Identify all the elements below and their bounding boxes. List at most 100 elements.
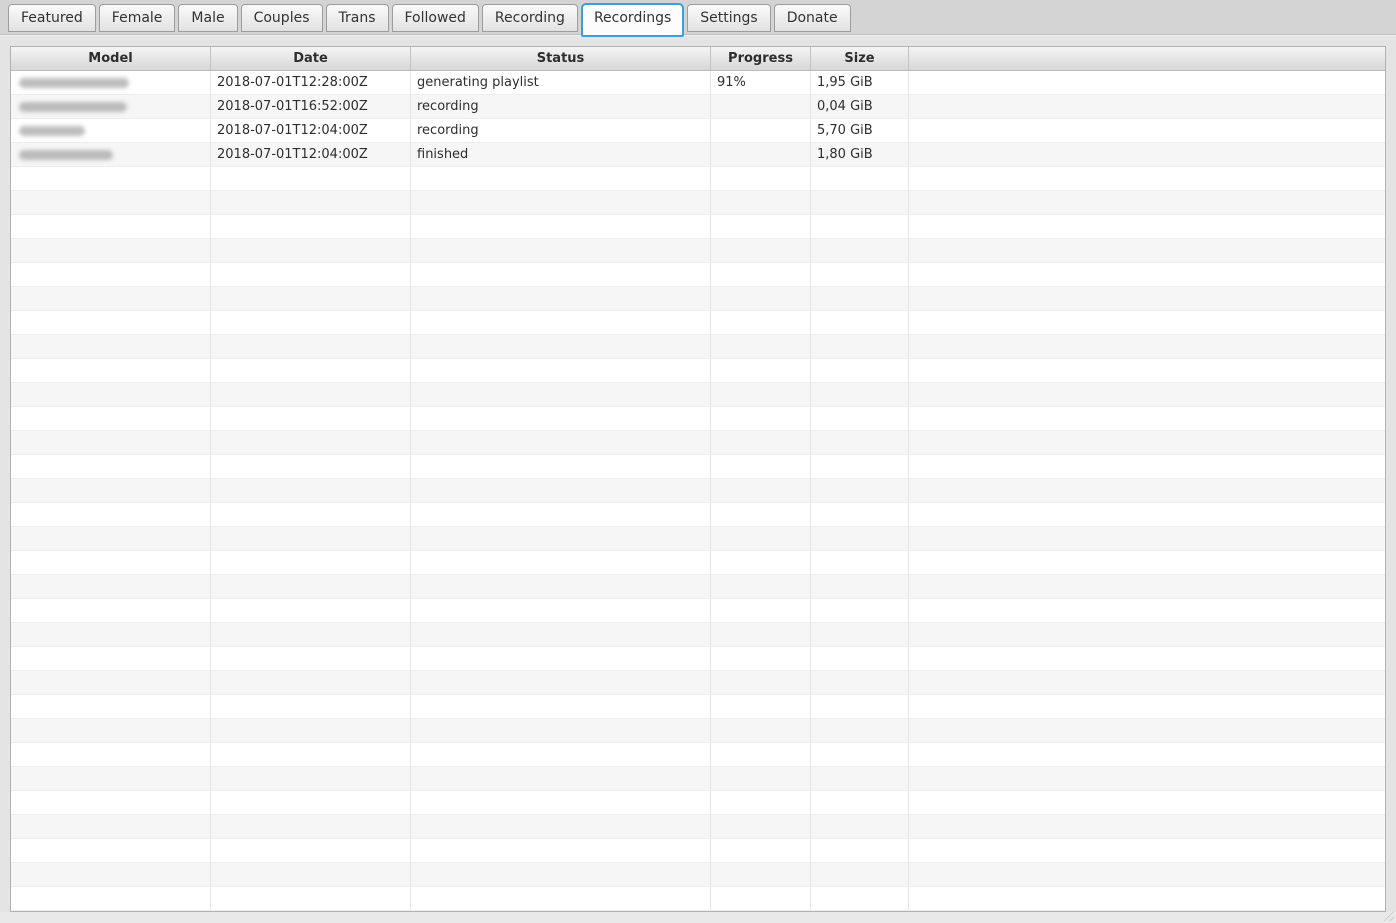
empty-cell <box>211 551 411 574</box>
empty-cell <box>811 527 909 550</box>
empty-cell <box>411 359 711 382</box>
table-row-empty[interactable] <box>11 791 1385 815</box>
table-row-empty[interactable] <box>11 695 1385 719</box>
table-row-empty[interactable] <box>11 767 1385 791</box>
empty-cell <box>11 335 211 358</box>
empty-cell <box>909 599 1385 622</box>
empty-cell <box>909 695 1385 718</box>
empty-cell <box>811 359 909 382</box>
column-header-model[interactable]: Model <box>11 47 211 70</box>
column-header-date[interactable]: Date <box>211 47 411 70</box>
empty-cell <box>711 575 811 598</box>
table-row[interactable]: 2018-07-01T12:28:00Z generating playlist… <box>11 71 1385 95</box>
empty-cell <box>11 599 211 622</box>
empty-cell <box>11 479 211 502</box>
table-row-empty[interactable] <box>11 551 1385 575</box>
table-row-empty[interactable] <box>11 503 1385 527</box>
table-row-empty[interactable] <box>11 887 1385 911</box>
table-row-empty[interactable] <box>11 191 1385 215</box>
column-header-progress[interactable]: Progress <box>711 47 811 70</box>
empty-cell <box>211 407 411 430</box>
empty-cell <box>909 383 1385 406</box>
table-row[interactable]: 2018-07-01T12:04:00Z finished 1,80 GiB <box>11 143 1385 167</box>
table-row-empty[interactable] <box>11 671 1385 695</box>
date-cell: 2018-07-01T12:28:00Z <box>211 71 411 94</box>
table-row-empty[interactable] <box>11 647 1385 671</box>
empty-cell <box>411 863 711 886</box>
table-row-empty[interactable] <box>11 431 1385 455</box>
empty-cell <box>711 287 811 310</box>
empty-cell <box>11 503 211 526</box>
table-row-empty[interactable] <box>11 455 1385 479</box>
empty-cell <box>11 431 211 454</box>
tab-recordings[interactable]: Recordings <box>580 3 685 37</box>
tab-couples[interactable]: Couples <box>240 4 323 32</box>
tab-male[interactable]: Male <box>178 4 238 32</box>
empty-cell <box>11 671 211 694</box>
empty-cell <box>711 383 811 406</box>
tab-female[interactable]: Female <box>98 4 176 32</box>
column-header-size[interactable]: Size <box>811 47 909 70</box>
empty-cell <box>211 887 411 910</box>
empty-cell <box>11 191 211 214</box>
redacted-model-name <box>19 149 113 160</box>
table-row-empty[interactable] <box>11 239 1385 263</box>
size-cell: 1,80 GiB <box>811 143 909 166</box>
table-row-empty[interactable] <box>11 863 1385 887</box>
table-row-empty[interactable] <box>11 815 1385 839</box>
table-row-empty[interactable] <box>11 479 1385 503</box>
tab-donate[interactable]: Donate <box>773 4 851 32</box>
empty-cell <box>711 503 811 526</box>
progress-cell: 91% <box>711 71 811 94</box>
table-row-empty[interactable] <box>11 215 1385 239</box>
empty-cell <box>711 335 811 358</box>
empty-cell <box>811 383 909 406</box>
tab-followed[interactable]: Followed <box>391 4 479 32</box>
empty-cell <box>909 239 1385 262</box>
table-row-empty[interactable] <box>11 599 1385 623</box>
table-row-empty[interactable] <box>11 719 1385 743</box>
table-row-empty[interactable] <box>11 743 1385 767</box>
empty-cell <box>11 791 211 814</box>
filler-cell <box>909 71 1385 94</box>
empty-cell <box>711 215 811 238</box>
empty-cell <box>411 455 711 478</box>
empty-cell <box>909 815 1385 838</box>
table-row-empty[interactable] <box>11 359 1385 383</box>
table-row-empty[interactable] <box>11 311 1385 335</box>
empty-cell <box>11 455 211 478</box>
table-row[interactable]: 2018-07-01T16:52:00Z recording 0,04 GiB <box>11 95 1385 119</box>
table-row-empty[interactable] <box>11 287 1385 311</box>
tab-trans[interactable]: Trans <box>325 4 389 32</box>
empty-cell <box>811 743 909 766</box>
table-row-empty[interactable] <box>11 623 1385 647</box>
table-row-empty[interactable] <box>11 407 1385 431</box>
table-row-empty[interactable] <box>11 575 1385 599</box>
empty-cell <box>811 503 909 526</box>
empty-cell <box>811 311 909 334</box>
empty-cell <box>211 503 411 526</box>
table-row-empty[interactable] <box>11 335 1385 359</box>
filler-cell <box>909 143 1385 166</box>
tab-settings[interactable]: Settings <box>687 4 771 32</box>
empty-cell <box>711 359 811 382</box>
table-row-empty[interactable] <box>11 383 1385 407</box>
table-header: Model Date Status Progress Size <box>11 47 1385 71</box>
empty-cell <box>711 743 811 766</box>
empty-cell <box>11 527 211 550</box>
empty-cell <box>411 287 711 310</box>
empty-cell <box>909 791 1385 814</box>
table-row-empty[interactable] <box>11 263 1385 287</box>
empty-cell <box>211 671 411 694</box>
table-row-empty[interactable] <box>11 527 1385 551</box>
empty-cell <box>909 863 1385 886</box>
tab-recording[interactable]: Recording <box>481 4 578 32</box>
column-header-status[interactable]: Status <box>411 47 711 70</box>
table-row-empty[interactable] <box>11 839 1385 863</box>
empty-cell <box>411 815 711 838</box>
column-header-filler <box>909 47 1385 70</box>
table-row[interactable]: 2018-07-01T12:04:00Z recording 5,70 GiB <box>11 119 1385 143</box>
tab-featured[interactable]: Featured <box>8 4 96 32</box>
empty-cell <box>909 527 1385 550</box>
table-row-empty[interactable] <box>11 167 1385 191</box>
